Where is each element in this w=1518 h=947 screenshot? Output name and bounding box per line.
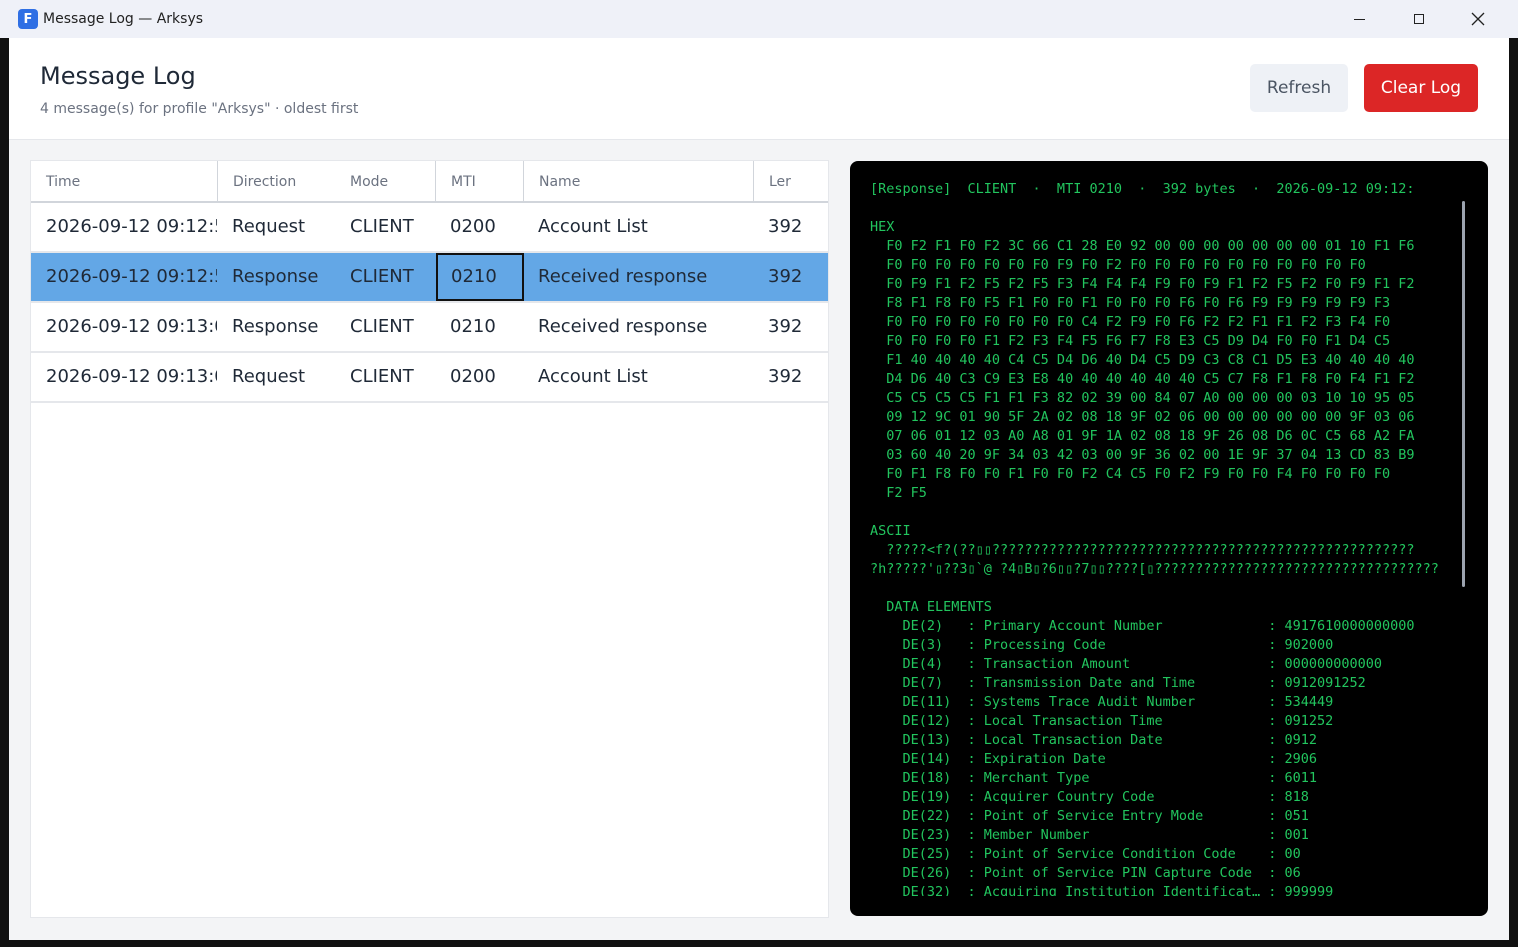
cell-direction: Response (232, 266, 319, 287)
cell-mode: CLIENT (350, 266, 414, 287)
detail-line: DE(22) : Point of Service Entry Mode : 0… (870, 808, 1309, 824)
detail-line: DE(19) : Acquirer Country Code : 818 (870, 789, 1309, 805)
detail-line: F8 F1 F8 F0 F5 F1 F0 F0 F1 F0 F0 F0 F6 F… (870, 295, 1391, 311)
detail-line: DE(32) : Acquiring Institution Identific… (870, 884, 1334, 896)
cell-time: 2026-09-12 09:12:5 (46, 216, 217, 237)
column-header-direction[interactable]: Direction (217, 161, 335, 201)
detail-line: DE(26) : Point of Service PIN Capture Co… (870, 865, 1301, 881)
app-logo-icon: F (18, 9, 38, 29)
table-row-selected[interactable]: 2026-09-12 09:12:5 Response CLIENT 0210 … (31, 253, 828, 303)
table-row[interactable]: 2026-09-12 09:13:0 Response CLIENT 0210 … (31, 303, 828, 353)
message-detail-text: [Response] CLIENT · MTI 0210 · 392 bytes… (870, 180, 1468, 896)
detail-line: 09 12 9C 01 90 5F 2A 02 08 18 9F 02 06 0… (870, 409, 1415, 425)
detail-line: DE(4) : Transaction Amount : 00000000000… (870, 656, 1383, 672)
detail-scrollbar[interactable] (1462, 201, 1465, 587)
minimize-button[interactable] (1328, 0, 1390, 38)
cell-mti-focused[interactable]: 0210 (436, 253, 524, 301)
cell-direction: Response (232, 316, 319, 337)
detail-line: ?h?????'▯??3▯`@ ?4▯B▯?6▯▯?7▯▯????[▯?????… (870, 561, 1439, 577)
clear-log-button[interactable]: Clear Log (1364, 64, 1478, 112)
cell-mti: 0200 (450, 366, 496, 387)
detail-line (870, 199, 1468, 218)
title-bar: F Message Log — Arksys (0, 0, 1518, 38)
maximize-button[interactable] (1388, 0, 1450, 38)
detail-line: F0 F9 F1 F2 F5 F2 F5 F3 F4 F4 F4 F9 F0 F… (870, 276, 1415, 292)
detail-line (870, 579, 1468, 598)
cell-length: 392 (768, 316, 803, 337)
cell-mode: CLIENT (350, 216, 414, 237)
cell-name: Received response (538, 266, 708, 287)
detail-line (870, 503, 1468, 522)
page-title: Message Log (40, 62, 196, 90)
table-header: Time Direction Mode MTI Name Ler (31, 161, 828, 203)
detail-line: DE(11) : Systems Trace Audit Number : 53… (870, 694, 1334, 710)
refresh-button[interactable]: Refresh (1250, 64, 1348, 112)
cell-mode: CLIENT (350, 366, 414, 387)
detail-line: F1 40 40 40 40 C4 C5 D4 D6 40 D4 C5 D9 C… (870, 352, 1415, 368)
detail-line: DE(25) : Point of Service Condition Code… (870, 846, 1301, 862)
table-row[interactable]: 2026-09-12 09:12:5 Request CLIENT 0200 A… (31, 203, 828, 253)
cell-length: 392 (768, 216, 803, 237)
cell-mti: 0200 (450, 216, 496, 237)
window-frame-left (0, 38, 9, 947)
detail-line: DE(12) : Local Transaction Time : 091252 (870, 713, 1334, 729)
detail-line: F0 F0 F0 F0 F0 F0 F0 F9 F0 F2 F0 F0 F0 F… (870, 257, 1366, 273)
minimize-icon (1353, 18, 1365, 20)
maximize-icon (1414, 14, 1424, 24)
main-content: Time Direction Mode MTI Name Ler 2026-09… (9, 140, 1509, 940)
cell-name: Account List (538, 216, 648, 237)
detail-line: D4 D6 40 C3 C9 E3 E8 40 40 40 40 40 40 C… (870, 371, 1415, 387)
page-header: Message Log 4 message(s) for profile "Ar… (9, 38, 1509, 140)
detail-line: 03 60 40 20 9F 34 03 42 03 00 9F 36 02 0… (870, 447, 1415, 463)
column-header-time[interactable]: Time (31, 161, 217, 201)
detail-line: F0 F0 F0 F0 F1 F2 F3 F4 F5 F6 F7 F8 E3 C… (870, 333, 1391, 349)
cell-mti: 0210 (450, 316, 496, 337)
window-title: Message Log — Arksys (43, 11, 204, 27)
cell-length: 392 (768, 266, 803, 287)
page-subtitle: 4 message(s) for profile "Arksys" · olde… (40, 101, 359, 117)
detail-line: DE(13) : Local Transaction Date : 0912 (870, 732, 1318, 748)
column-header-length[interactable]: Ler (753, 161, 828, 201)
column-header-mti[interactable]: MTI (435, 161, 523, 201)
detail-line: ASCII (870, 523, 911, 539)
cell-direction: Request (232, 216, 306, 237)
cell-length: 392 (768, 366, 803, 387)
cell-time: 2026-09-12 09:12:5 (46, 266, 217, 287)
detail-line: F2 F5 (870, 485, 927, 501)
detail-line: DE(3) : Processing Code : 902000 (870, 637, 1334, 653)
detail-line: F0 F2 F1 F0 F2 3C 66 C1 28 E0 92 00 00 0… (870, 238, 1415, 254)
detail-line: F0 F1 F8 F0 F0 F1 F0 F0 F2 C4 C5 F0 F2 F… (870, 466, 1391, 482)
detail-line: DE(18) : Merchant Type : 6011 (870, 770, 1318, 786)
cell-time: 2026-09-12 09:13:0 (46, 316, 217, 337)
detail-line: DATA ELEMENTS (870, 599, 992, 615)
message-table: Time Direction Mode MTI Name Ler 2026-09… (30, 160, 829, 918)
cell-name: Account List (538, 366, 648, 387)
cell-mode: CLIENT (350, 316, 414, 337)
detail-line: C5 C5 C5 C5 F1 F1 F3 82 02 39 00 84 07 A… (870, 390, 1415, 406)
cell-direction: Request (232, 366, 306, 387)
detail-line: DE(14) : Expiration Date : 2906 (870, 751, 1318, 767)
column-header-name[interactable]: Name (523, 161, 753, 201)
message-detail-panel[interactable]: [Response] CLIENT · MTI 0210 · 392 bytes… (850, 161, 1488, 916)
cell-time: 2026-09-12 09:13:0 (46, 366, 217, 387)
cell-name: Received response (538, 316, 708, 337)
detail-line: HEX (870, 219, 895, 235)
close-icon (1471, 12, 1485, 26)
detail-line: F0 F0 F0 F0 F0 F0 F0 F0 C4 F2 F9 F0 F6 F… (870, 314, 1391, 330)
window-frame-right (1509, 38, 1518, 947)
detail-line: DE(2) : Primary Account Number : 4917610… (870, 618, 1415, 634)
table-row[interactable]: 2026-09-12 09:13:0 Request CLIENT 0200 A… (31, 353, 828, 403)
column-header-mode[interactable]: Mode (335, 161, 435, 201)
window-frame-bottom (0, 940, 1518, 947)
detail-line: [Response] CLIENT · MTI 0210 · 392 bytes… (870, 181, 1415, 197)
detail-line: DE(7) : Transmission Date and Time : 091… (870, 675, 1366, 691)
detail-line: 07 06 01 12 03 A0 A8 01 9F 1A 02 08 18 9… (870, 428, 1415, 444)
detail-line: DE(23) : Member Number : 001 (870, 827, 1309, 843)
detail-line: ?????<f?(??▯▯???????????????????????????… (870, 542, 1415, 558)
close-button[interactable] (1447, 0, 1509, 38)
